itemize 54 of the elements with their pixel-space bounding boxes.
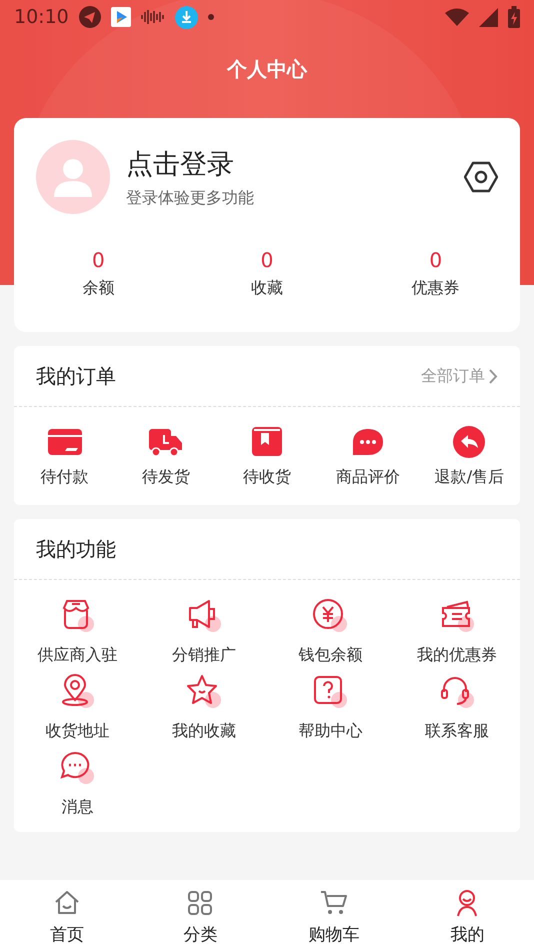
- send-icon: [78, 6, 101, 28]
- question-icon: [312, 674, 348, 710]
- stat-label: 收藏: [251, 278, 283, 299]
- order-status-button[interactable]: 待付款: [14, 424, 116, 488]
- wifi-icon: [445, 8, 469, 26]
- function-button[interactable]: 我的优惠券: [394, 598, 520, 666]
- nav-tab[interactable]: 分类: [134, 880, 267, 949]
- card-icon: [46, 426, 83, 456]
- page-title: 个人中心: [227, 56, 307, 82]
- function-button[interactable]: 我的收藏: [140, 674, 267, 742]
- headset-icon: [438, 674, 475, 710]
- order-status-button[interactable]: 退款/售后: [418, 424, 520, 488]
- function-button[interactable]: 帮助中心: [267, 674, 394, 742]
- stat-label: 余额: [82, 278, 114, 299]
- star-icon: [186, 674, 222, 710]
- function-button[interactable]: 消息: [14, 750, 140, 818]
- stat-value: 0: [92, 248, 105, 272]
- stat-value: 0: [429, 248, 442, 272]
- battery-icon: [508, 6, 520, 28]
- chevron-right-icon: [489, 368, 498, 384]
- login-link[interactable]: 点击登录: [126, 146, 464, 182]
- login-subtitle: 登录体验更多功能: [126, 188, 255, 208]
- function-button[interactable]: 收货地址: [14, 674, 140, 742]
- location-pin-icon: [59, 674, 96, 710]
- truck-icon: [148, 426, 184, 456]
- grid-icon: [186, 888, 214, 916]
- message-icon: [59, 750, 96, 786]
- signal-icon: [479, 8, 498, 26]
- nav-tab[interactable]: 我的: [400, 880, 534, 949]
- section-title: 我的订单: [36, 362, 116, 390]
- return-icon: [453, 426, 486, 458]
- section-title: 我的功能: [36, 536, 116, 562]
- yen-coin-icon: [312, 598, 348, 634]
- order-status-button[interactable]: 待发货: [115, 424, 216, 488]
- nav-tab[interactable]: 首页: [0, 880, 134, 949]
- sound-wave-icon: [140, 9, 165, 25]
- settings-icon[interactable]: [464, 160, 498, 194]
- order-status-button[interactable]: 待收货: [216, 424, 318, 488]
- function-button[interactable]: 联系客服: [394, 674, 520, 742]
- function-button[interactable]: 供应商入驻: [14, 598, 140, 666]
- chat-icon: [352, 428, 384, 456]
- function-button[interactable]: 分销推广: [140, 598, 267, 666]
- nav-tab[interactable]: 购物车: [267, 880, 400, 949]
- play-icon: [110, 7, 131, 27]
- home-icon: [52, 888, 81, 916]
- stat-label: 优惠券: [412, 278, 460, 299]
- download-icon: [174, 6, 198, 28]
- stat-value: 0: [260, 248, 274, 272]
- bookmark-box-icon: [251, 426, 283, 456]
- status-time: 10:10: [14, 6, 69, 28]
- order-status-button[interactable]: 商品评价: [318, 424, 419, 488]
- dot-icon: [208, 14, 214, 20]
- cart-icon: [320, 888, 348, 916]
- function-button[interactable]: 钱包余额: [267, 598, 394, 666]
